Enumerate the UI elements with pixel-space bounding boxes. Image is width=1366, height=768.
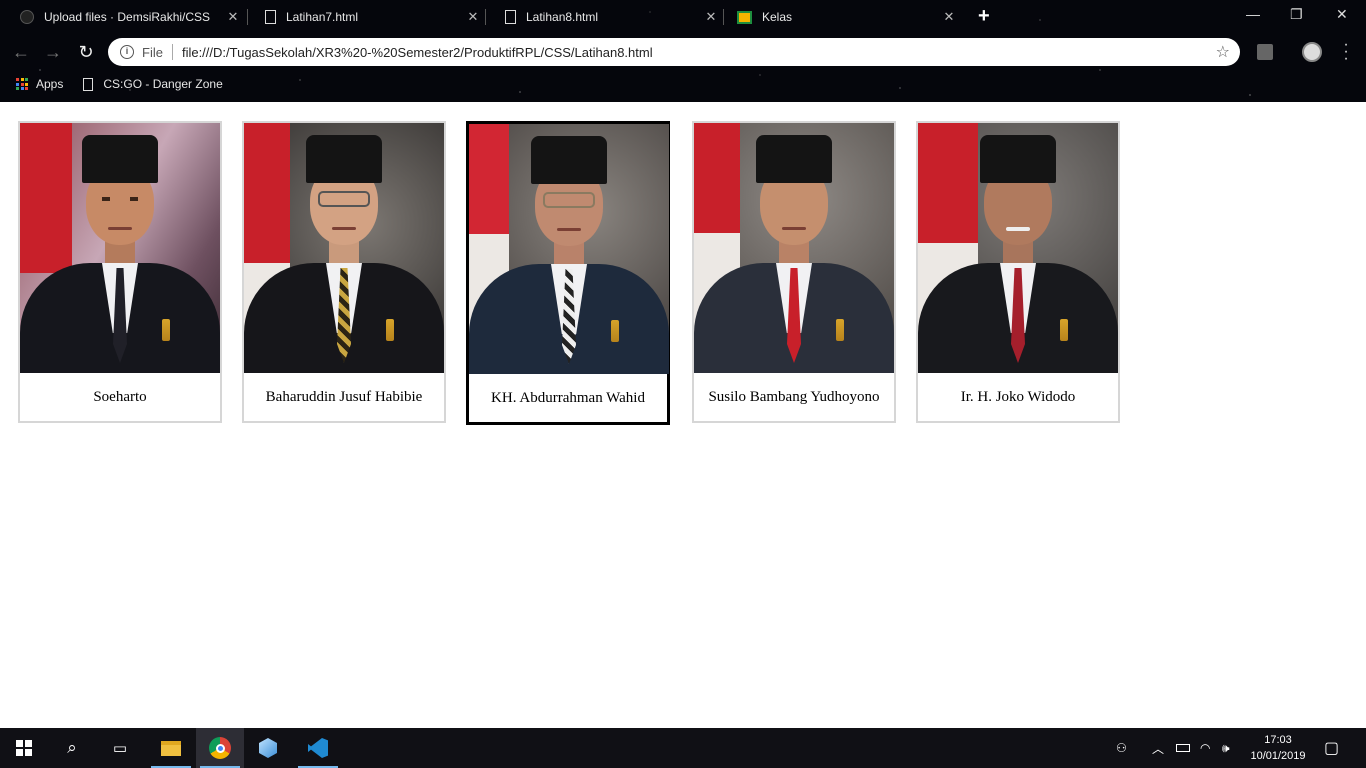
president-card[interactable]: Ir. H. Joko Widodo bbox=[916, 121, 1120, 423]
file-icon bbox=[265, 10, 276, 24]
tab-strip: Upload files · DemsiRakhi/CSS ✕ Latihan7… bbox=[0, 0, 1366, 34]
apps-grid-icon[interactable] bbox=[16, 78, 28, 90]
vscode-icon[interactable] bbox=[294, 728, 342, 768]
url-scheme-label: File bbox=[142, 44, 163, 60]
restore-icon[interactable]: ❐ bbox=[1290, 6, 1303, 23]
close-tab-icon[interactable]: ✕ bbox=[225, 9, 241, 25]
reload-icon[interactable]: ↻ bbox=[75, 41, 97, 63]
portrait-photo bbox=[20, 123, 220, 373]
box-app-icon[interactable] bbox=[244, 728, 292, 768]
bookmark-apps[interactable]: Apps bbox=[36, 77, 63, 91]
new-tab-button[interactable]: + bbox=[978, 5, 990, 28]
forward-icon[interactable]: → bbox=[42, 41, 64, 63]
github-icon bbox=[20, 10, 34, 24]
tab-title: Kelas bbox=[762, 10, 793, 24]
president-card[interactable]: Baharuddin Jusuf Habibie bbox=[242, 121, 446, 423]
president-card[interactable]: Soeharto bbox=[18, 121, 222, 423]
file-icon bbox=[505, 10, 516, 24]
menu-icon[interactable]: · · · bbox=[1341, 37, 1351, 67]
tab-title: Upload files · DemsiRakhi/CSS bbox=[44, 10, 211, 24]
browser-chrome: Upload files · DemsiRakhi/CSS ✕ Latihan7… bbox=[0, 0, 1366, 102]
google-classroom-icon bbox=[737, 10, 752, 24]
portrait-photo bbox=[694, 123, 894, 373]
bookmarks-bar: Apps CS:GO - Danger Zone bbox=[0, 70, 1366, 98]
president-card-selected[interactable]: KH. Abdurrahman Wahid bbox=[466, 121, 670, 425]
url-text[interactable]: file:///D:/TugasSekolah/XR3%20-%20Semest… bbox=[182, 45, 653, 60]
president-name: Soeharto bbox=[93, 389, 147, 405]
clock-time: 17:03 bbox=[1264, 734, 1292, 746]
president-name: Baharuddin Jusuf Habibie bbox=[265, 389, 423, 405]
president-name: Ir. H. Joko Widodo bbox=[960, 389, 1076, 405]
president-name: Susilo Bambang Yudhoyono bbox=[708, 389, 880, 405]
portrait-photo bbox=[918, 123, 1118, 373]
minimize-icon[interactable]: — bbox=[1246, 6, 1260, 22]
show-hidden-icons[interactable]: ︿ bbox=[1152, 728, 1164, 768]
close-tab-icon[interactable]: ✕ bbox=[941, 9, 957, 25]
tab-latihan8[interactable]: Latihan8.html ✕ bbox=[485, 0, 723, 34]
windows-taskbar: ⌕ ▭ ⚇ ︿ ◠ 🕪 17:03 10/01/2019 ▢ bbox=[0, 728, 1366, 768]
taskbar-clock[interactable]: 17:03 10/01/2019 bbox=[1246, 732, 1310, 764]
back-icon[interactable]: ← bbox=[10, 41, 32, 63]
tab-title: Latihan8.html bbox=[526, 10, 599, 24]
url-divider bbox=[171, 44, 173, 60]
file-explorer-icon[interactable] bbox=[147, 728, 195, 768]
bookmark-csgo[interactable]: CS:GO - Danger Zone bbox=[103, 77, 222, 91]
battery-icon[interactable] bbox=[1176, 728, 1190, 768]
portrait-photo bbox=[469, 124, 669, 374]
tab-kelas[interactable]: Kelas ✕ bbox=[717, 0, 961, 34]
clock-date: 10/01/2019 bbox=[1250, 750, 1306, 762]
search-icon[interactable]: ⌕ bbox=[48, 728, 96, 768]
wifi-icon[interactable]: ◠ bbox=[1200, 728, 1210, 768]
portrait-photo bbox=[244, 123, 444, 373]
tab-latihan7[interactable]: Latihan7.html ✕ bbox=[245, 0, 485, 34]
tab-title: Latihan7.html bbox=[286, 10, 359, 24]
chrome-icon[interactable] bbox=[196, 728, 244, 768]
volume-icon[interactable]: 🕪 bbox=[1222, 728, 1230, 768]
info-icon[interactable]: i bbox=[120, 45, 134, 59]
page-content: Soeharto Baharuddin Jusuf Habibie KH. Ab… bbox=[0, 102, 1366, 728]
task-view-icon[interactable]: ▭ bbox=[96, 728, 144, 768]
extension-icon[interactable] bbox=[1257, 44, 1273, 60]
bookmark-star-icon[interactable]: ☆ bbox=[1216, 42, 1230, 62]
page-icon bbox=[83, 77, 94, 91]
address-bar[interactable]: i File file:///D:/TugasSekolah/XR3%20-%2… bbox=[108, 38, 1240, 66]
close-tab-icon[interactable]: ✕ bbox=[465, 9, 481, 25]
close-window-icon[interactable]: ✕ bbox=[1336, 6, 1348, 23]
browser-toolbar: ← → ↻ i File file:///D:/TugasSekolah/XR3… bbox=[0, 34, 1366, 70]
notification-icon[interactable]: ▢ bbox=[1324, 728, 1339, 768]
people-icon[interactable]: ⚇ bbox=[1116, 728, 1127, 768]
profile-avatar[interactable] bbox=[1302, 42, 1322, 62]
president-card[interactable]: Susilo Bambang Yudhoyono bbox=[692, 121, 896, 423]
tab-upload-files[interactable]: Upload files · DemsiRakhi/CSS ✕ bbox=[0, 0, 245, 34]
president-name: KH. Abdurrahman Wahid bbox=[491, 390, 645, 406]
windows-start-icon[interactable] bbox=[0, 728, 48, 768]
